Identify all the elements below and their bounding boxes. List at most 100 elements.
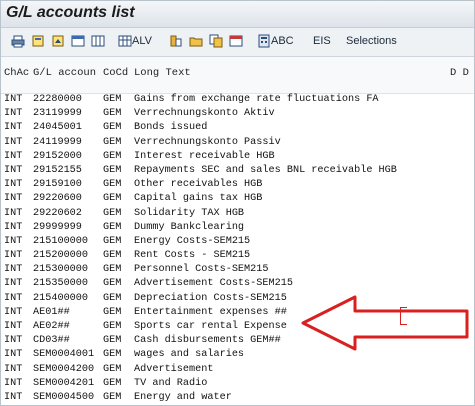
cell-cocd: GEM [103, 179, 122, 191]
calendar-button[interactable] [229, 32, 243, 50]
cell-cocd: GEM [103, 377, 122, 389]
folder-button[interactable] [189, 32, 203, 50]
window-title: G/L accounts list [6, 4, 135, 21]
cell-account: 215400000 [33, 292, 89, 304]
table-row[interactable]: INT 29152155 GEM Repayments SEC and sales B… [1, 165, 474, 179]
column-button[interactable] [169, 32, 183, 50]
table-row[interactable]: INT 215300000 GEM Personnel Costs-SEM215 [1, 264, 474, 278]
cell-chac: INT [4, 321, 23, 332]
cell-chac: INT [4, 108, 23, 120]
copy-button[interactable] [209, 32, 223, 50]
cell-long-text: Energy Costs-SEM215 [134, 235, 251, 247]
cell-long-text: wages and salaries [134, 349, 245, 361]
table-row[interactable]: INT 29159100 GEM Other receivables HGB [1, 179, 474, 193]
cell-account: AE02## [33, 321, 70, 332]
account-list: INT 22280000 GEM Gains from exchange rate f… [1, 94, 474, 405]
abc-label: ABC [271, 35, 294, 47]
cell-cocd: GEM [103, 250, 122, 262]
table-row[interactable]: INT 215200000 GEM Rent Costs - SEM215 [1, 250, 474, 264]
cell-chac: INT [4, 235, 23, 247]
cell-long-text: Capital gains tax HGB [134, 193, 263, 205]
table-row[interactable]: INT 29220600 GEM Capital gains tax HGB [1, 193, 474, 207]
table-row[interactable]: INT SEM0004201 GEM TV and Radio [1, 378, 474, 392]
cell-account: 24119999 [33, 136, 82, 148]
cell-account: 29159100 [33, 179, 82, 191]
table-row[interactable]: INT 24119999 GEM Verrechnungskonto Passiv [1, 137, 474, 151]
table-row[interactable]: INT 22280000 GEM Gains from exchange rate f… [1, 94, 474, 108]
cell-cocd: GEM [103, 278, 122, 290]
cell-account: 29220600 [33, 193, 82, 205]
calculator-icon [258, 34, 270, 48]
filter-button[interactable] [71, 32, 85, 50]
cell-chac: INT [4, 306, 23, 318]
cell-long-text: Advertisement [134, 363, 214, 375]
cell-account: 22280000 [33, 94, 82, 105]
table-row[interactable]: INT 29999999 GEM Dummy Bankclearing [1, 222, 474, 236]
layout-icon [91, 35, 105, 47]
abc-button[interactable]: ABC [257, 32, 294, 50]
cell-account: SEM0004201 [33, 377, 95, 389]
cell-account: 29152000 [33, 150, 82, 162]
layout-button[interactable] [91, 32, 105, 50]
print-button[interactable] [11, 32, 25, 50]
table-row[interactable]: INT 29152000 GEM Interest receivable HGB [1, 151, 474, 165]
cell-cocd: GEM [103, 391, 122, 403]
cell-chac: INT [4, 349, 23, 361]
cell-chac: INT [4, 136, 23, 148]
header-chac: ChAc [4, 67, 30, 79]
cell-long-text: Solidarity TAX HGB [134, 207, 245, 219]
selections-label: Selections [346, 35, 397, 47]
header-cocd: CoCd [103, 67, 129, 79]
table-row[interactable]: INT 215100000 GEM Energy Costs-SEM215 [1, 236, 474, 250]
cell-chac: INT [4, 250, 23, 262]
cell-cocd: GEM [103, 150, 122, 162]
header-long-text: Long Text [134, 67, 191, 79]
table-row[interactable]: INT SEM0004200 GEM Advertisement [1, 364, 474, 378]
eis-label: EIS [313, 35, 331, 47]
eis-button[interactable]: EIS [313, 32, 331, 50]
table-row[interactable]: INT 23119999 GEM Verrechnungskonto Aktiv [1, 108, 474, 122]
detail-button[interactable] [31, 32, 45, 50]
cell-cocd: GEM [103, 335, 122, 347]
folder-icon [189, 37, 203, 47]
cell-chac: INT [4, 193, 23, 205]
cell-account: 215350000 [33, 278, 89, 290]
cell-long-text: Repayments SEC and sales BNL receivable … [134, 164, 397, 176]
table-row[interactable]: INT 24045001 GEM Bonds issued [1, 122, 474, 136]
cell-chac: INT [4, 264, 23, 276]
alv-label: ALV [132, 35, 152, 47]
cell-account: 23119999 [33, 108, 82, 120]
cell-long-text: Gains from exchange rate fluctuations FA [134, 94, 379, 105]
cell-account: 215100000 [33, 235, 89, 247]
cell-cocd: GEM [103, 264, 122, 276]
table-row[interactable]: INT 29220602 GEM Solidarity TAX HGB [1, 208, 474, 222]
calendar-icon [229, 35, 243, 47]
cell-chac: INT [4, 150, 23, 162]
cell-account: SEM0004001 [33, 349, 95, 361]
selections-button[interactable]: Selections [346, 32, 397, 50]
cell-chac: INT [4, 179, 23, 191]
copy-icon [209, 34, 223, 48]
cell-long-text: Entertainment expenses ## [134, 306, 287, 318]
alv-button[interactable]: ALV [118, 32, 152, 50]
cell-cocd: GEM [103, 349, 122, 361]
cell-cocd: GEM [103, 136, 122, 148]
cell-long-text: Sports car rental Expense [134, 321, 287, 332]
cell-long-text: Cash disbursements GEM## [134, 335, 281, 347]
cell-account: 29999999 [33, 221, 82, 233]
cell-cocd: GEM [103, 321, 122, 332]
cell-cocd: GEM [103, 164, 122, 176]
annotation-arrow [301, 295, 469, 351]
cell-chac: INT [4, 363, 23, 375]
sort-button[interactable] [51, 32, 65, 50]
cell-account: CD03## [33, 335, 70, 347]
cell-chac: INT [4, 122, 23, 134]
table-row[interactable]: INT SEM0004500 GEM Energy and water [1, 391, 474, 405]
sort-icon [52, 35, 64, 47]
table-row[interactable]: INT 215350000 GEM Advertisement Costs-SEM21… [1, 278, 474, 292]
cell-long-text: Depreciation Costs-SEM215 [134, 292, 287, 304]
cell-chac: INT [4, 335, 23, 347]
cell-account: 29152155 [33, 164, 82, 176]
cell-long-text: Energy and water [134, 391, 232, 403]
cell-cocd: GEM [103, 108, 122, 120]
